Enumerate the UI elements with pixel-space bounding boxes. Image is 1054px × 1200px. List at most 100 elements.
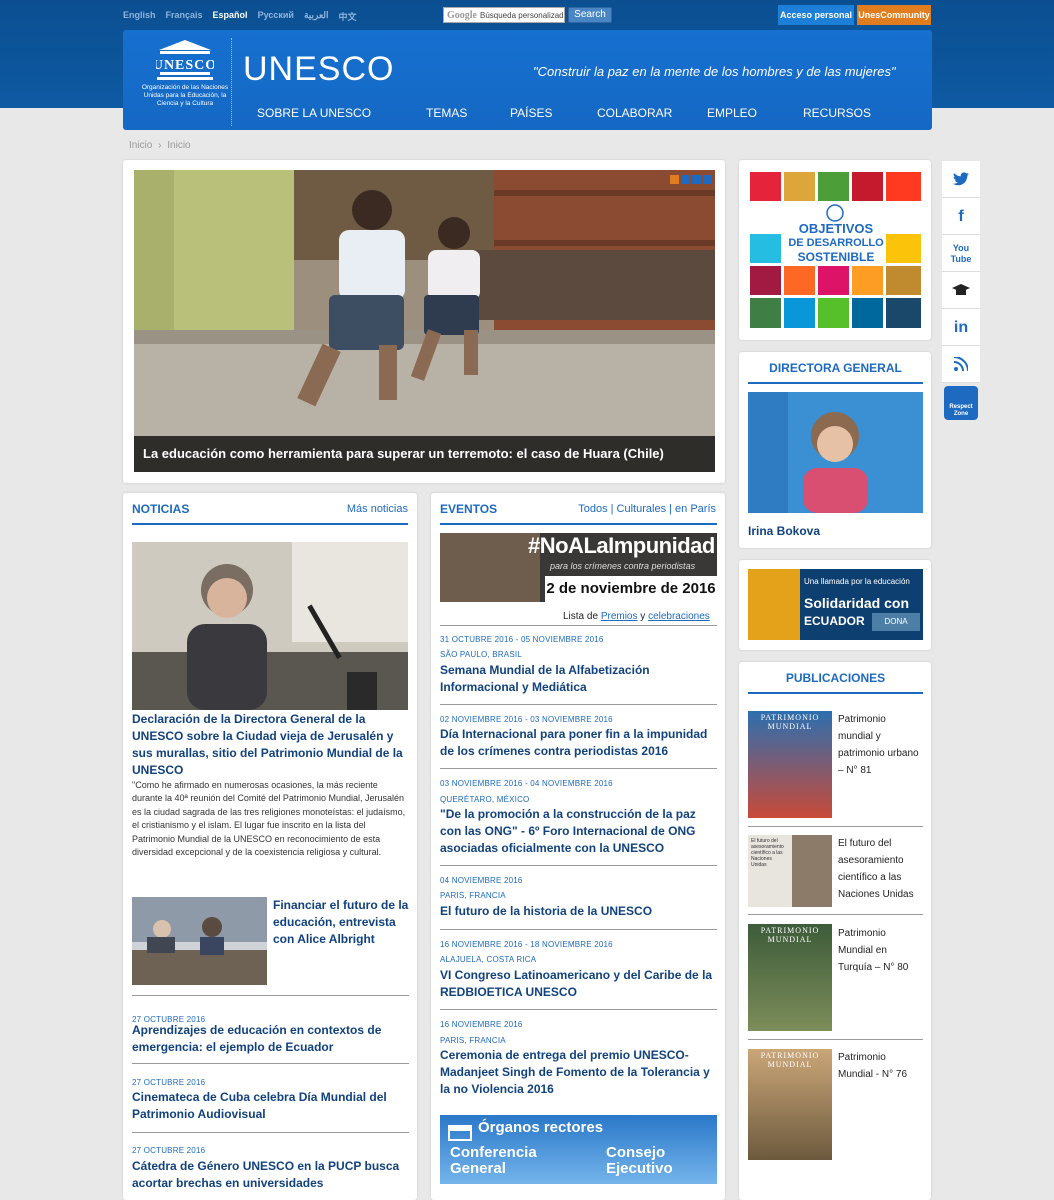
social-bar: f You Tube in Respect Zone (942, 161, 980, 425)
mas-noticias-link[interactable]: Más noticias (320, 503, 408, 515)
temple-icon: UNESCO (153, 38, 216, 82)
evento-4-headline[interactable]: El futuro de la historia de la UNESCO (440, 903, 718, 920)
lang-spanish[interactable]: Español (213, 10, 248, 23)
google-logo: Google (447, 9, 477, 21)
evento-2-headline[interactable]: Día Internacional para poner fin a la im… (440, 726, 720, 760)
slider-dot-1[interactable] (670, 175, 679, 184)
temple-icon-small (448, 1125, 472, 1141)
nav-temas[interactable]: TEMAS (411, 104, 497, 130)
breadcrumb: Inicio › Inicio (129, 140, 191, 151)
evento-6-headline[interactable]: Ceremonia de entrega del premio UNESCO-M… (440, 1047, 720, 1098)
evento-1-headline[interactable]: Semana Mundial de la Alfabetización Info… (440, 662, 718, 696)
lang-chinese[interactable]: 中文 (339, 10, 357, 23)
nav-recursos[interactable]: RECURSOS (801, 104, 901, 130)
pub-4-title[interactable]: Patrimonio Mundial - N° 76 (838, 1049, 922, 1083)
dona-button[interactable]: DONA (872, 613, 920, 631)
facebook-icon[interactable]: f (942, 198, 980, 235)
pub-1-cover-text: PATRIMONIO MUNDIAL (760, 713, 820, 731)
pub-1-cover[interactable]: PATRIMONIO MUNDIAL (748, 711, 832, 818)
nav-sobre[interactable]: SOBRE LA UNESCO (243, 104, 411, 130)
pub-4-cover-text: PATRIMONIO MUNDIAL (760, 1051, 820, 1069)
search-button[interactable]: Search (568, 7, 612, 23)
twitter-icon[interactable] (942, 161, 980, 198)
pub-2-cover[interactable]: El futuro del asesoramiento científico a… (748, 835, 832, 907)
respect-zone-icon[interactable]: Respect Zone (942, 383, 980, 420)
motto: "Construir la paz en la mente de los hom… (533, 64, 896, 79)
pub-rule-2 (748, 914, 923, 915)
linkedin-icon[interactable]: in (942, 309, 980, 346)
respect-zone-label: Respect Zone (944, 386, 978, 420)
banner-hashtag: #NoALaImpunidad (528, 533, 715, 558)
pub-2-cover-text: El futuro del asesoramiento científico a… (751, 838, 784, 868)
logo-subtitle: Organización de las Naciones Unidas para… (141, 84, 229, 107)
noticias-second-headline[interactable]: Financiar el futuro de la educación, ent… (273, 897, 409, 948)
noticias-lead-image[interactable] (132, 542, 408, 710)
slider-dot-4[interactable] (703, 175, 712, 184)
nav-colaborar[interactable]: COLABORAR (585, 104, 705, 130)
search-input[interactable]: Google Búsqueda personalizada (443, 7, 565, 23)
evento-6-loc: PARIS, FRANCIA (440, 1036, 506, 1045)
noticias-item-2-headline[interactable]: Cinemateca de Cuba celebra Día Mundial d… (132, 1089, 410, 1123)
organos-title: Órganos rectores (478, 1119, 604, 1136)
eventos-bar (440, 523, 717, 525)
breadcrumb-home[interactable]: Inicio (129, 140, 152, 151)
ods-banner[interactable]: OBJETIVOS DE DESARROLLO SOSTENIBLE (748, 170, 923, 330)
noticias-item-1-headline[interactable]: Aprendizajes de educación en contextos d… (132, 1022, 410, 1056)
nav-paises[interactable]: PAÍSES (497, 104, 585, 130)
noticias-lead-headline[interactable]: Declaración de la Directora General de l… (132, 711, 412, 779)
nav-empleo[interactable]: EMPLEO (705, 104, 801, 130)
pub-3-title[interactable]: Patrimonio Mundial en Turquía – N° 80 (838, 925, 922, 976)
pub-rule-1 (748, 826, 923, 827)
noticias-item-3-date: 27 OCTUBRE 2016 (132, 1146, 206, 1155)
organos-rectores-banner[interactable]: Órganos rectores Conferencia General Con… (440, 1115, 717, 1184)
noticias-item-3-headline[interactable]: Cátedra de Género UNESCO en la PUCP busc… (132, 1158, 410, 1192)
publicaciones-bar (748, 692, 923, 694)
acceso-personal-button[interactable]: Acceso personal (778, 5, 854, 25)
evento-3-headline[interactable]: "De la promoción a la construcción de la… (440, 806, 720, 857)
evento-5-loc: ALAJUELA, COSTA RICA (440, 955, 537, 964)
noticias-title: NOTICIAS (132, 502, 190, 516)
hero-image[interactable] (134, 170, 715, 472)
banner-date: 2 de noviembre de 2016 (545, 576, 717, 602)
mortarboard-icon[interactable] (942, 272, 980, 309)
header-divider (231, 38, 232, 126)
premios-link[interactable]: Premios (601, 611, 638, 622)
ods-line2: DE DESARROLLO (788, 237, 884, 249)
lang-english[interactable]: English (123, 10, 156, 23)
solidaridad-banner[interactable]: Una llamada por la educación Solidaridad… (748, 569, 923, 640)
pub-1-title[interactable]: Patrimonio mundial y patrimonio urbano –… (838, 711, 922, 779)
evento-2-date: 02 NOVIEMBRE 2016 - 03 NOVIEMBRE 2016 (440, 715, 613, 724)
evento-5-date: 16 NOVIEMBRE 2016 - 18 NOVIEMBRE 2016 (440, 940, 613, 949)
language-switcher: English Français Español Русский العربية… (123, 10, 357, 23)
lista-premios: Lista de Premios y celebraciones (563, 611, 710, 622)
noticias-lead-text: "Como he afirmado en numerosas ocasiones… (132, 780, 406, 858)
pub-2-title[interactable]: El futuro del asesoramiento científico a… (838, 835, 922, 903)
ods-line3: SOSTENIBLE (797, 250, 875, 264)
unesco-logo[interactable]: UNESCO Organización de las Naciones Unid… (135, 38, 235, 130)
rss-icon[interactable] (942, 346, 980, 383)
brand-title[interactable]: UNESCO (243, 50, 394, 89)
unescommunity-button[interactable]: UnesCommunity (857, 5, 931, 25)
lang-arabic[interactable]: العربية (304, 10, 329, 23)
pub-4-cover[interactable]: PATRIMONIO MUNDIAL (748, 1049, 832, 1160)
ods-text: OBJETIVOS DE DESARROLLO SOSTENIBLE (784, 222, 888, 265)
directora-name[interactable]: Irina Bokova (748, 524, 820, 538)
celebraciones-link[interactable]: celebraciones (648, 611, 710, 622)
slider-dot-3[interactable] (692, 175, 701, 184)
breadcrumb-sep: › (158, 140, 162, 151)
hero-caption[interactable]: La educación como herramienta para super… (134, 436, 715, 472)
breadcrumb-current[interactable]: Inicio (167, 140, 190, 151)
lang-french[interactable]: Français (166, 10, 203, 23)
youtube-icon[interactable]: You Tube (942, 235, 980, 272)
pub-3-cover[interactable]: PATRIMONIO MUNDIAL (748, 924, 832, 1031)
directora-bar (748, 382, 923, 384)
solidaridad-main1: Solidaridad con (804, 595, 910, 611)
eventos-filters[interactable]: Todos | Culturales | en París (560, 503, 716, 515)
evento-5-headline[interactable]: VI Congreso Latinoamericano y del Caribe… (440, 967, 720, 1001)
lang-russian[interactable]: Русский (258, 10, 294, 23)
slider-dot-2[interactable] (681, 175, 690, 184)
directora-photo[interactable] (748, 392, 923, 513)
noticias-second-image[interactable] (132, 897, 267, 985)
noalaimpunidad-banner[interactable]: #NoALaImpunidad para los crímenes contra… (440, 533, 717, 602)
evento-4-date: 04 NOVIEMBRE 2016 (440, 876, 523, 885)
